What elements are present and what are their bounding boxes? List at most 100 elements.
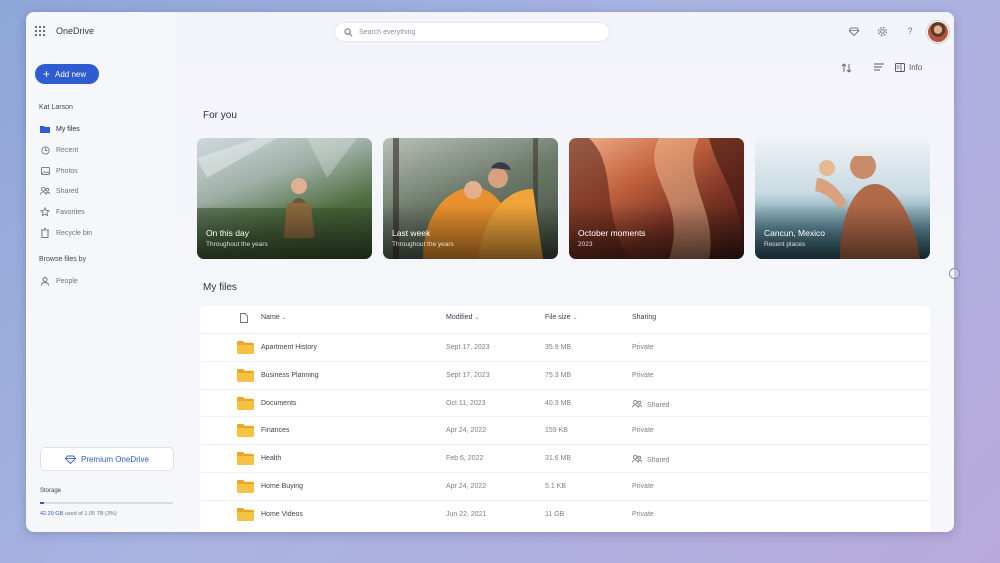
- storage-label: Storage: [40, 488, 62, 494]
- sharing-status: Private: [632, 371, 654, 379]
- info-button[interactable]: Info: [895, 63, 922, 72]
- sidebar-item-label: My files: [56, 125, 80, 133]
- help-icon[interactable]: ?: [904, 25, 916, 37]
- avatar[interactable]: [927, 21, 949, 43]
- search-box[interactable]: [334, 22, 610, 42]
- sharing-status: Shared: [647, 457, 670, 465]
- column-header-file-size[interactable]: File size ⌄: [545, 314, 578, 321]
- file-modified: Feb 6, 2022: [446, 455, 484, 463]
- card-subtitle: Throughout the years: [392, 241, 454, 248]
- premium-onedrive-button[interactable]: Premium OneDrive: [40, 447, 174, 471]
- memory-card-last-week[interactable]: Last week Throughout the years: [383, 138, 558, 259]
- card-title: Last week: [392, 228, 431, 238]
- file-modified: Jun 22, 2021: [446, 510, 487, 518]
- column-header-modified[interactable]: Modified ⌄: [446, 314, 479, 321]
- sidebar-item-photos[interactable]: Photos: [40, 164, 78, 178]
- gear-icon[interactable]: [876, 25, 888, 37]
- chevron-down-icon: ⌄: [281, 315, 287, 321]
- chevron-down-icon: ⌄: [474, 315, 480, 321]
- file-name[interactable]: Business Planning: [261, 372, 319, 379]
- diamond-icon[interactable]: [848, 25, 860, 37]
- sharing-status: Private: [632, 344, 654, 351]
- file-name[interactable]: Finances: [261, 427, 289, 434]
- sort-button[interactable]: [841, 63, 852, 73]
- table-row[interactable]: Home Buying Apr 24, 2022 5.1 KB Private: [200, 472, 930, 500]
- column-header-name[interactable]: Name ⌄: [261, 314, 287, 321]
- people-icon: [632, 399, 642, 410]
- column-sharing-label: Sharing: [632, 314, 657, 321]
- folder-icon: [237, 341, 254, 354]
- star-icon: [40, 207, 50, 217]
- file-sharing: Private: [632, 427, 654, 434]
- sort-icon: [841, 63, 852, 73]
- file-name[interactable]: Documents: [261, 400, 296, 407]
- top-bar: OneDrive ?: [26, 12, 954, 52]
- search-input[interactable]: [359, 26, 599, 39]
- app-title[interactable]: OneDrive: [56, 26, 94, 36]
- sidebar-item-recycle-bin[interactable]: Recycle bin: [40, 226, 92, 240]
- sidebar-item-recent[interactable]: Recent: [40, 143, 78, 157]
- memory-card-cancun-mexico[interactable]: Cancun, Mexico Recent places: [755, 138, 930, 259]
- sharing-status: Private: [632, 483, 654, 490]
- file-sharing: Shared: [632, 455, 670, 465]
- table-row[interactable]: Apartment History Sept 17, 2023 35.9 MB Pri…: [200, 333, 930, 361]
- file-size: 40.3 MB: [545, 399, 572, 407]
- file-name[interactable]: Home Videos: [261, 511, 303, 518]
- file-sharing: Private: [632, 483, 654, 490]
- file-modified: Sept 17, 2023: [446, 371, 490, 379]
- card-title: October moments: [578, 228, 646, 238]
- sidebar-item-favorites[interactable]: Favorites: [40, 205, 85, 219]
- people-icon: [40, 186, 50, 196]
- sharing-status: Private: [632, 510, 654, 518]
- premium-label: Premium OneDrive: [80, 454, 149, 464]
- storage-used[interactable]: 42.29 GB: [40, 511, 63, 517]
- column-name-label: Name: [261, 314, 280, 321]
- diamond-icon: [64, 455, 76, 464]
- memory-card-october-moments[interactable]: October moments 2023: [569, 138, 744, 259]
- file-name[interactable]: Apartment History: [261, 344, 317, 351]
- folder-icon: [237, 396, 254, 410]
- card-subtitle: Recent places: [764, 241, 806, 248]
- card-title: On this day: [206, 228, 249, 238]
- file-modified: Sept 17, 2023: [446, 344, 490, 351]
- sidebar-item-shared[interactable]: Shared: [40, 184, 79, 198]
- image-icon: [40, 166, 50, 176]
- table-row[interactable]: Health Feb 6, 2022 31.6 MB Shared: [200, 444, 930, 472]
- folder-icon: [237, 368, 254, 382]
- memory-card-on-this-day[interactable]: On this day Throughout the years: [197, 138, 372, 259]
- resize-handle[interactable]: [949, 268, 960, 279]
- file-name[interactable]: Home Buying: [261, 483, 303, 490]
- file-name[interactable]: Health: [261, 455, 281, 462]
- app-launcher-icon[interactable]: [35, 26, 45, 36]
- sidebar-item-label: Recycle bin: [56, 229, 93, 237]
- sidebar-item-label: Favorites: [56, 208, 85, 216]
- sidebar-item-people[interactable]: People: [40, 274, 78, 288]
- people-icon: [632, 455, 642, 465]
- file-modified: Oct 11, 2023: [446, 399, 486, 407]
- table-row[interactable]: Documents Oct 11, 2023 40.3 MB Shared: [200, 388, 930, 417]
- clock-icon: [40, 145, 50, 155]
- for-you-title: For you: [203, 110, 237, 121]
- view-button[interactable]: [874, 63, 884, 71]
- file-size: 31.6 MB: [545, 455, 572, 463]
- add-new-button[interactable]: + Add new: [35, 64, 99, 84]
- column-header-sharing[interactable]: Sharing: [632, 314, 656, 321]
- file-modified: Apr 24, 2022: [446, 483, 487, 490]
- folder-icon: [237, 452, 254, 466]
- file-sharing: Private: [632, 372, 654, 379]
- sharing-status: Private: [632, 427, 654, 435]
- add-new-label: Add new: [55, 69, 87, 79]
- column-size-label: File size: [545, 314, 571, 321]
- file-size: 5.1 KB: [545, 483, 567, 490]
- file-sharing: Private: [632, 344, 654, 351]
- sidebar-item-label: Recent: [56, 146, 79, 154]
- card-title: Cancun, Mexico: [764, 228, 825, 238]
- table-row[interactable]: Home Videos Jun 22, 2021 11 GB Private: [200, 499, 930, 528]
- column-modified-label: Modified: [446, 314, 473, 321]
- card-subtitle: Throughout the years: [206, 241, 268, 248]
- info-label: Info: [909, 63, 923, 72]
- search-icon: [344, 28, 353, 37]
- sidebar-item-my-files[interactable]: My files: [40, 122, 80, 136]
- table-row[interactable]: Finances Apr 24, 2022 159 KB Private: [200, 416, 930, 444]
- table-row[interactable]: Business Planning Sept 17, 2023 75.3 MB Pri…: [200, 360, 930, 389]
